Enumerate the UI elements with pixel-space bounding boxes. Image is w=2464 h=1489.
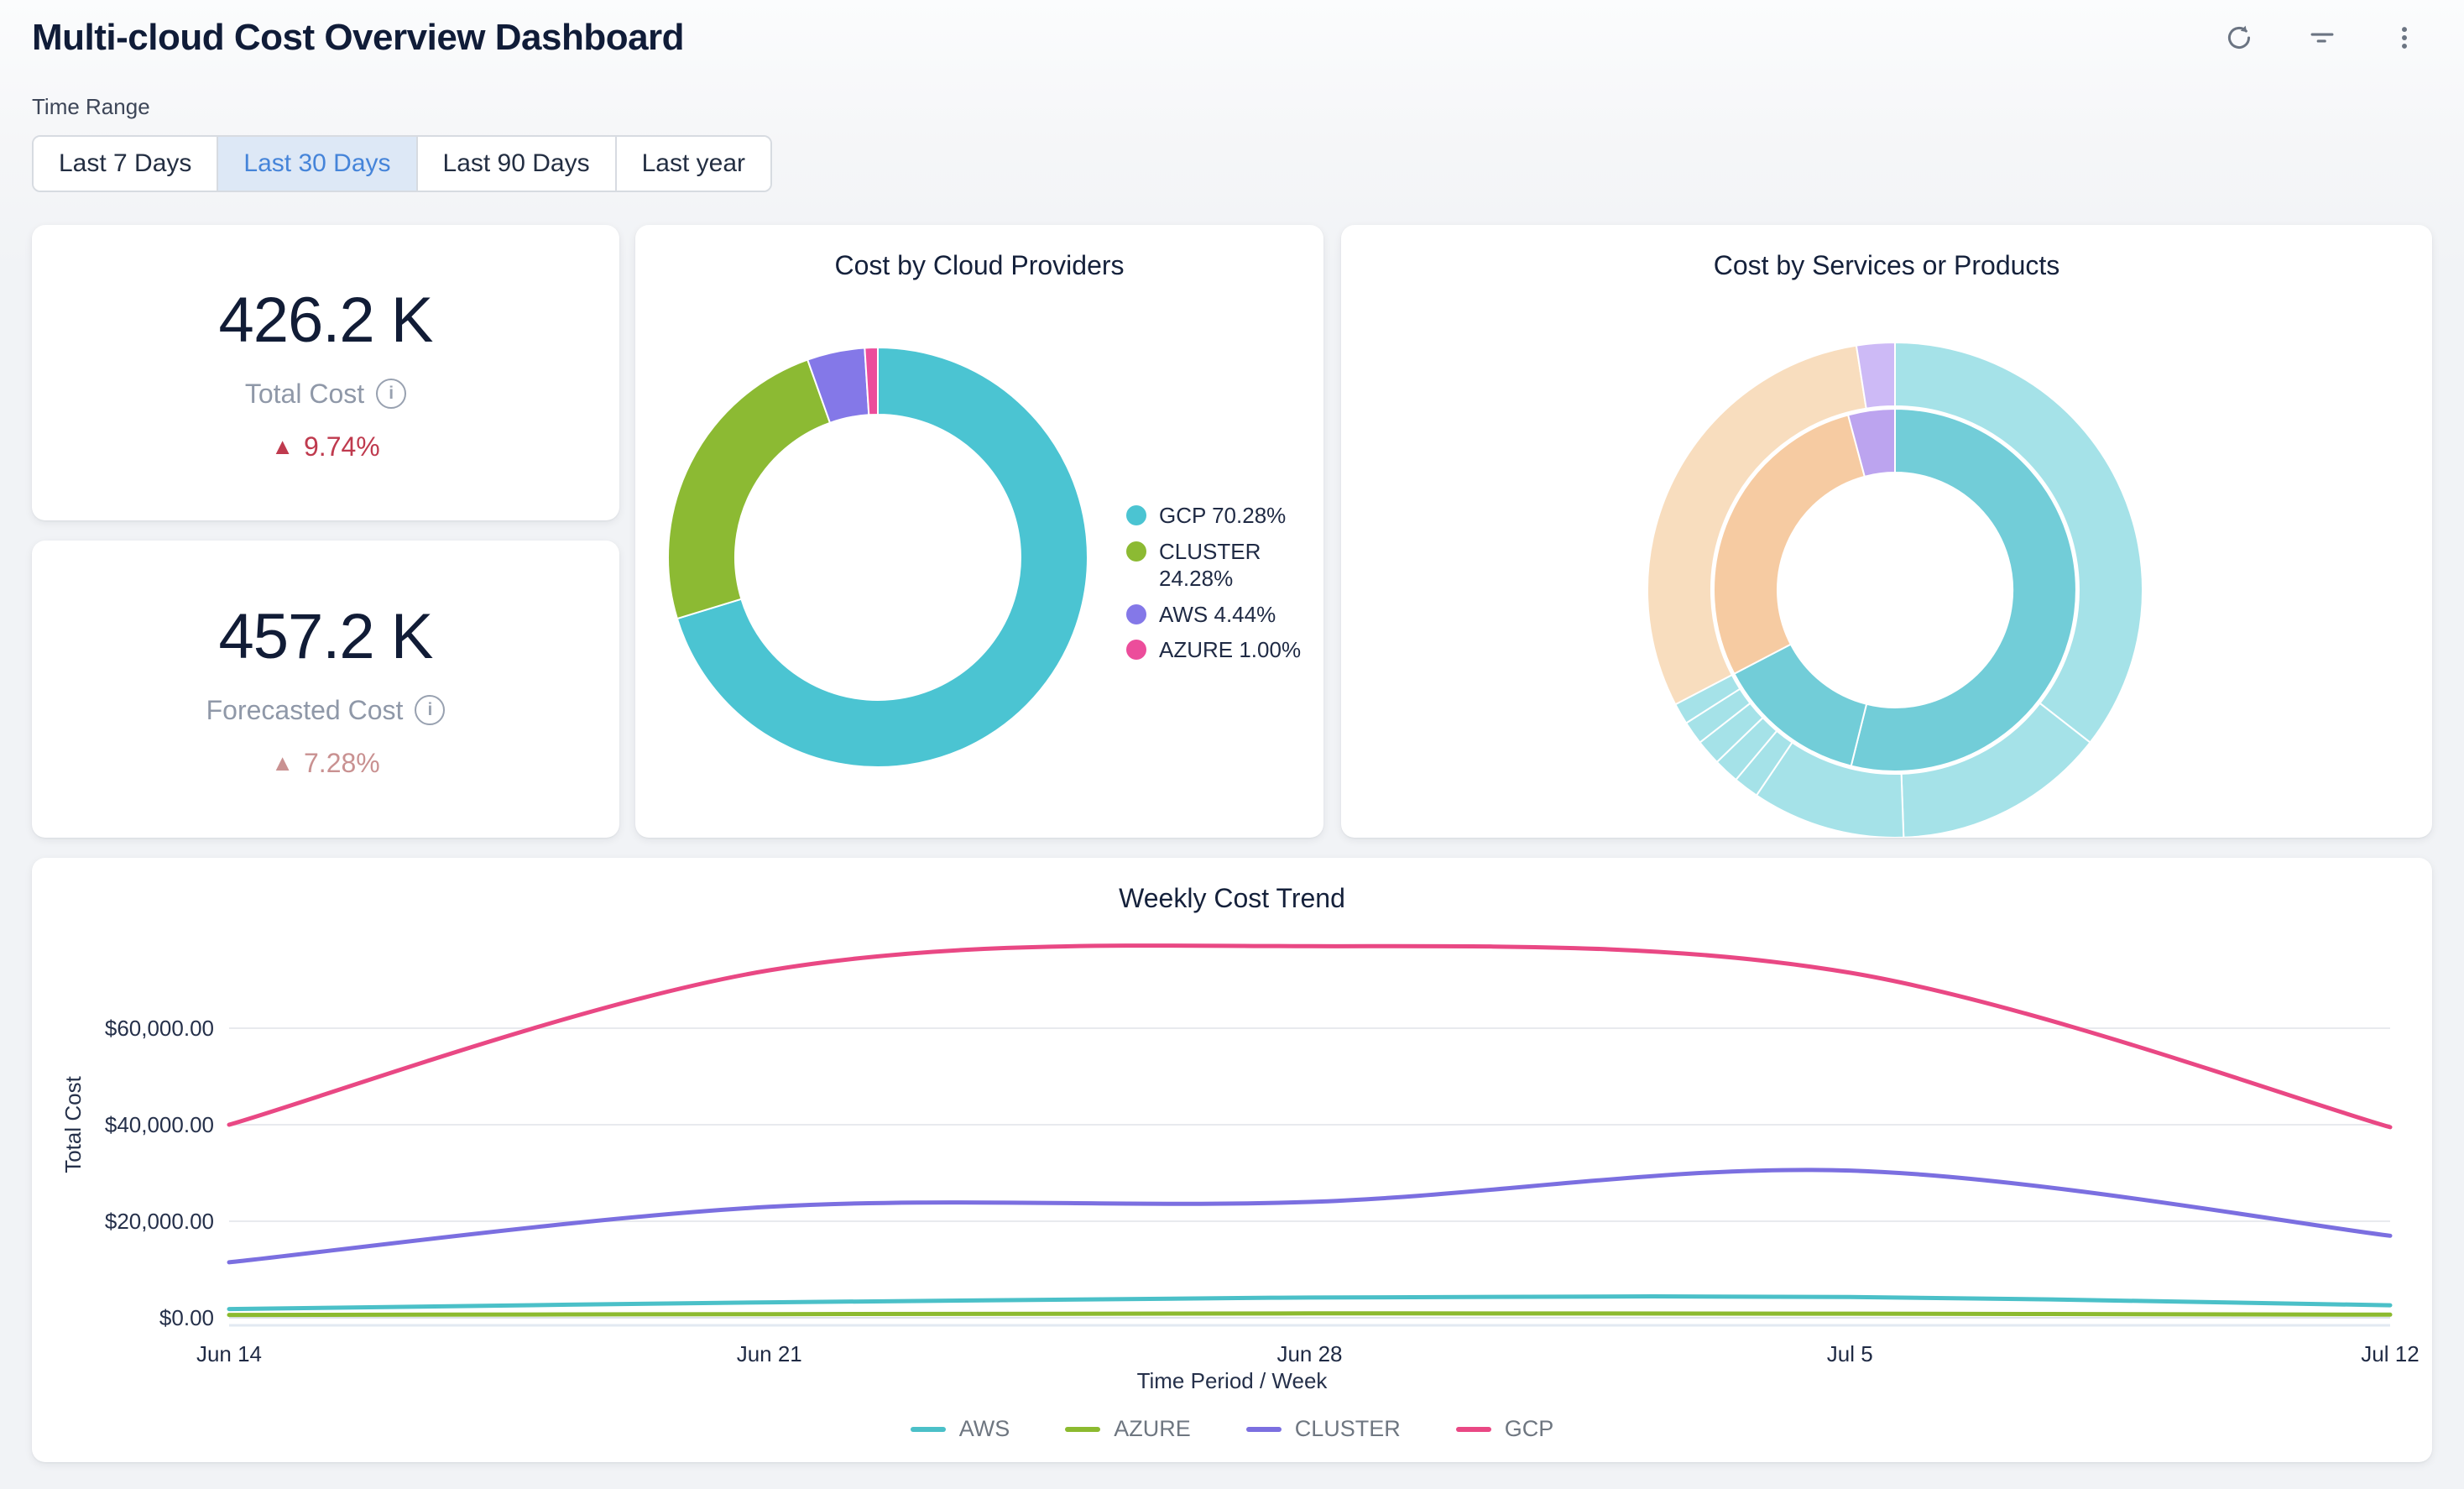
info-icon[interactable]: i (376, 379, 406, 409)
trend-line-aws (229, 1296, 2390, 1309)
time-range-option-last-7-days[interactable]: Last 7 Days (34, 137, 218, 191)
time-range-label: Time Range (32, 94, 2464, 120)
legend-item-cluster[interactable]: CLUSTER (1246, 1416, 1401, 1442)
filter-icon (2306, 22, 2338, 54)
total-cost-card: 426.2 K Total Cost i ▲ 9.74% (32, 225, 619, 520)
legend-item-azure[interactable]: AZURE 1.00% (1126, 636, 1318, 664)
weekly-legend: AWS AZURE CLUSTER GCP (32, 1416, 2432, 1442)
x-tick-label: Jul 5 (1827, 1341, 1873, 1366)
page-title: Multi-cloud Cost Overview Dashboard (32, 17, 684, 59)
legend-label: GCP 70.28% (1159, 502, 1286, 530)
services-sunburst-chart (1341, 275, 2432, 838)
y-tick-label: $20,000.00 (105, 1209, 214, 1234)
legend-label: AWS 4.44% (1159, 601, 1276, 629)
time-range-button-group: Last 7 DaysLast 30 DaysLast 90 DaysLast … (32, 135, 772, 192)
x-tick-label: Jun 21 (737, 1341, 802, 1366)
x-tick-label: Jun 14 (196, 1341, 262, 1366)
trend-line-azure (229, 1314, 2390, 1315)
legend-item-aws[interactable]: AWS 4.44% (1126, 601, 1318, 629)
y-tick-label: $40,000.00 (105, 1112, 214, 1137)
time-range-option-last-year[interactable]: Last year (617, 137, 770, 191)
refresh-button[interactable] (2219, 18, 2259, 58)
forecasted-cost-label: Forecasted Cost i (206, 695, 446, 726)
time-range-section: Time Range Last 7 DaysLast 30 DaysLast 9… (32, 94, 2464, 192)
total-cost-value: 426.2 K (219, 284, 433, 357)
delta-value: 7.28% (304, 748, 380, 779)
total-cost-label: Total Cost i (245, 379, 406, 410)
legend-line-swatch (1065, 1427, 1100, 1432)
legend-item-aws[interactable]: AWS (911, 1416, 1010, 1442)
refresh-icon (2224, 23, 2254, 53)
legend-item-cluster[interactable]: CLUSTER 24.28% (1126, 538, 1318, 593)
legend-label: AWS (959, 1416, 1010, 1442)
info-icon[interactable]: i (415, 695, 445, 725)
filter-button[interactable] (2301, 17, 2343, 59)
forecasted-cost-card: 457.2 K Forecasted Cost i ▲ 7.28% (32, 541, 619, 838)
x-tick-label: Jul 12 (2361, 1341, 2419, 1366)
time-range-option-last-90-days[interactable]: Last 90 Days (418, 137, 617, 191)
delta-value: 9.74% (304, 431, 380, 462)
up-triangle-icon: ▲ (271, 750, 294, 776)
weekly-cost-trend-card: Weekly Cost Trend $0.00 $20,000.00 $40,000… (32, 858, 2432, 1462)
header-actions (2219, 17, 2424, 59)
kebab-menu-icon (2390, 24, 2419, 52)
legend-dot (1126, 541, 1146, 562)
chart-title: Weekly Cost Trend (32, 883, 2432, 914)
kpi-label-text: Forecasted Cost (206, 695, 404, 726)
legend-item-gcp[interactable]: GCP 70.28% (1126, 502, 1318, 530)
cost-by-services-card: Cost by Services or Products (1341, 225, 2432, 838)
legend-label: AZURE 1.00% (1159, 636, 1301, 664)
legend-item-gcp[interactable]: GCP (1456, 1416, 1554, 1442)
more-options-button[interactable] (2385, 18, 2424, 57)
x-tick-label: Jun 28 (1276, 1341, 1342, 1366)
up-triangle-icon: ▲ (271, 434, 294, 460)
dashboard-grid: 426.2 K Total Cost i ▲ 9.74% 457.2 K For… (32, 225, 2432, 1462)
legend-dot (1126, 505, 1146, 525)
kpi-label-text: Total Cost (245, 379, 364, 410)
legend-label: AZURE (1114, 1416, 1191, 1442)
forecasted-cost-value: 457.2 K (219, 600, 433, 673)
time-range-option-last-30-days[interactable]: Last 30 Days (218, 137, 417, 191)
weekly-trend-line-chart: $0.00 $20,000.00 $40,000.00 $60,000.00 Total… (32, 919, 2432, 1368)
legend-dot (1126, 640, 1146, 660)
legend-line-swatch (1456, 1427, 1491, 1432)
total-cost-delta: ▲ 9.74% (271, 431, 379, 462)
trend-line-gcp (229, 946, 2390, 1127)
forecasted-cost-delta: ▲ 7.28% (271, 748, 379, 779)
header: Multi-cloud Cost Overview Dashboard (0, 0, 2464, 59)
providers-legend: GCP 70.28% CLUSTER 24.28% AWS 4.44% AZURE 1… (1126, 502, 1318, 672)
trend-line-cluster (229, 1170, 2390, 1262)
x-axis-title: Time Period / Week (32, 1368, 2432, 1394)
providers-donut-chart (635, 275, 1122, 812)
legend-line-swatch (911, 1427, 946, 1432)
legend-label: CLUSTER 24.28% (1159, 538, 1318, 593)
legend-line-swatch (1246, 1427, 1282, 1432)
multicloud-cost-dashboard: Multi-cloud Cost Overview Dashboard (0, 0, 2464, 1489)
donut-slice-cluster[interactable] (668, 360, 830, 619)
cost-by-cloud-providers-card: Cost by Cloud Providers GCP 70.28%CLUSTE… (635, 225, 1323, 838)
y-tick-label: $0.00 (159, 1305, 214, 1330)
y-tick-label: $60,000.00 (105, 1016, 214, 1041)
legend-item-azure[interactable]: AZURE (1065, 1416, 1191, 1442)
y-axis-title: Total Cost (60, 1075, 86, 1173)
legend-label: CLUSTER (1295, 1416, 1401, 1442)
legend-label: GCP (1505, 1416, 1554, 1442)
legend-dot (1126, 604, 1146, 624)
